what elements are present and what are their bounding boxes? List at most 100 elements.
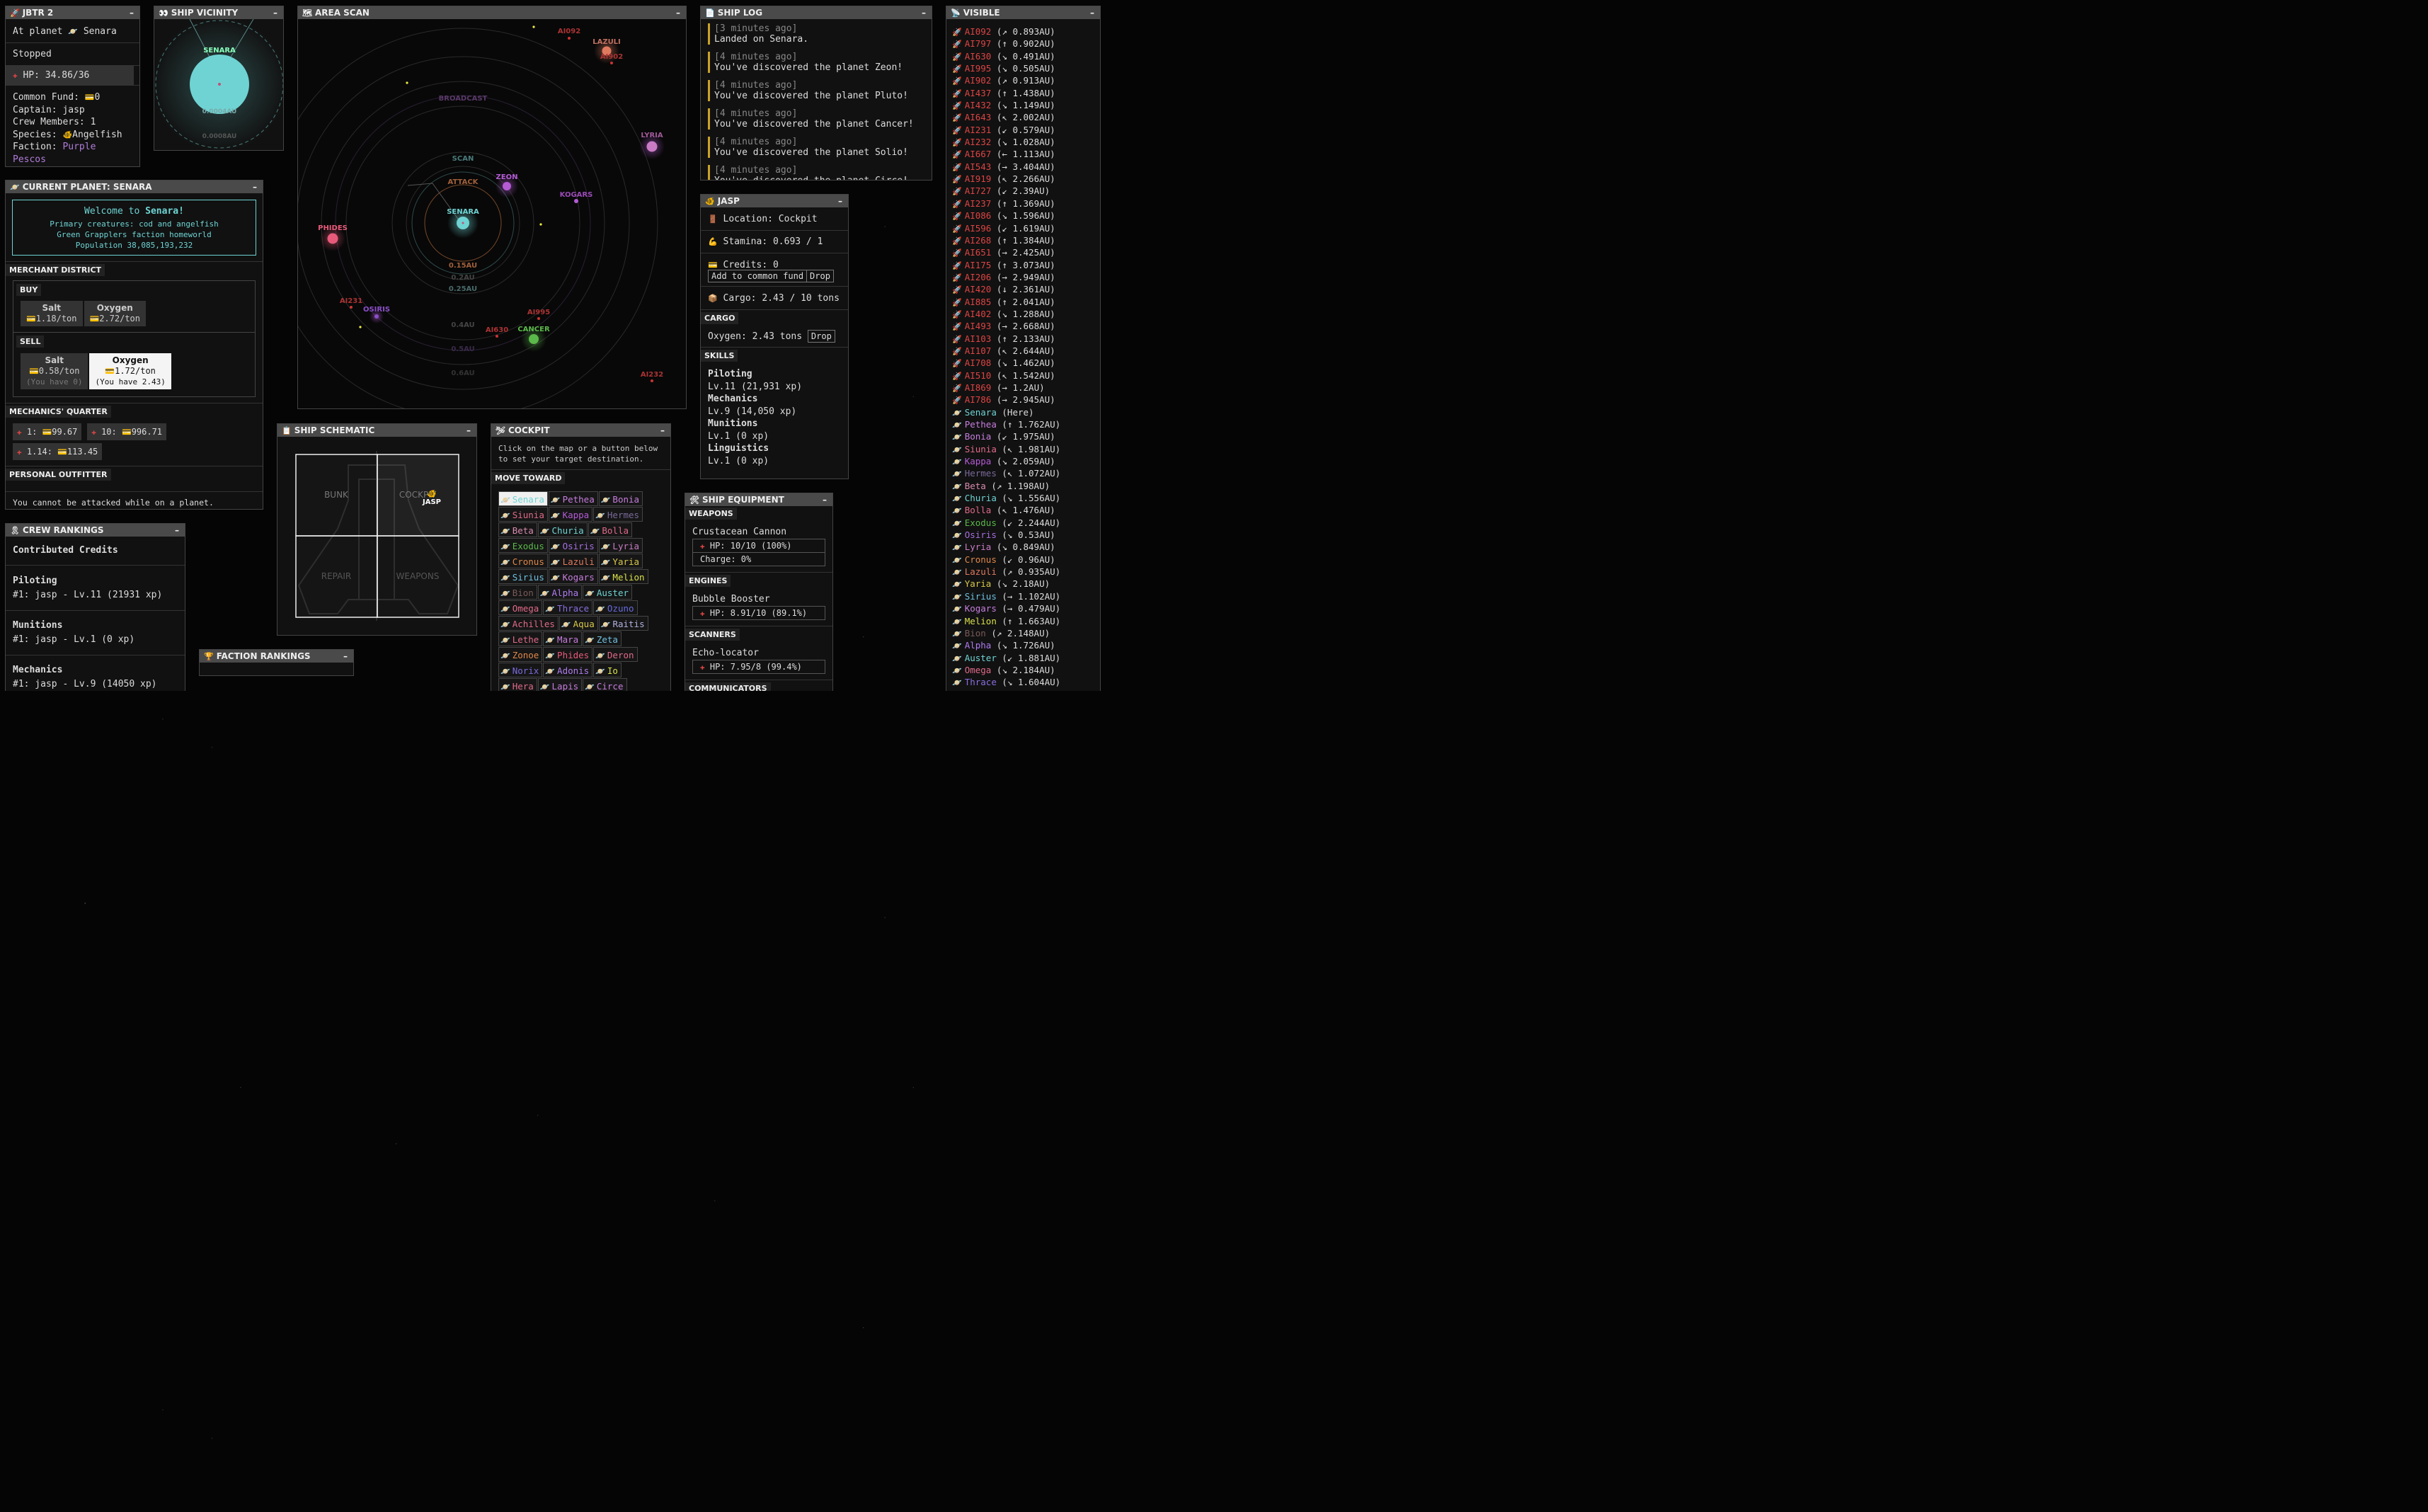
- move-toward-alpha-button[interactable]: 🪐 Alpha: [537, 585, 583, 600]
- move-toward-yaria-button[interactable]: 🪐 Yaria: [598, 554, 643, 568]
- visible-ship-row[interactable]: 🚀 AI107 (↖ 2.644AU): [946, 345, 1100, 357]
- minimize-button[interactable]: –: [342, 651, 349, 661]
- visible-ship-row[interactable]: 🚀 AI092 (↗ 0.893AU): [946, 25, 1100, 38]
- visible-ship-row[interactable]: 🚀 AI797 (↑ 0.902AU): [946, 38, 1100, 50]
- move-toward-siunia-button[interactable]: 🪐 Siunia: [498, 507, 548, 522]
- move-toward-thrace-button[interactable]: 🪐 Thrace: [543, 600, 593, 615]
- move-toward-kappa-button[interactable]: 🪐 Kappa: [548, 507, 593, 522]
- minimize-button[interactable]: –: [837, 196, 844, 206]
- visible-ship-row[interactable]: 🚀 AI902 (↗ 0.913AU): [946, 74, 1100, 86]
- move-toward-beta-button[interactable]: 🪐 Beta: [498, 522, 537, 537]
- visible-ship-row[interactable]: 🚀 AI237 (↑ 1.369AU): [946, 197, 1100, 210]
- planet-senara[interactable]: SENARA: [447, 207, 479, 239]
- visible-ship-row[interactable]: 🚀 AI232 (↘ 1.028AU): [946, 136, 1100, 148]
- visible-planet-row[interactable]: 🪐 Melion (↑ 1.663AU): [946, 615, 1100, 627]
- ship-window-titlebar[interactable]: 🚀 JBTR 2 –: [6, 6, 139, 19]
- ship-ai092[interactable]: AI092: [558, 28, 580, 40]
- visible-ship-row[interactable]: 🚀 AI630 (↘ 0.491AU): [946, 50, 1100, 62]
- visible-ship-row[interactable]: 🚀 AI206 (→ 2.949AU): [946, 271, 1100, 283]
- add-to-common-fund-button[interactable]: Add to common fund: [708, 270, 808, 282]
- repair-1-button[interactable]: ✚ 1: 💳99.67: [13, 423, 82, 440]
- move-toward-omega-button[interactable]: 🪐 Omega: [498, 600, 543, 615]
- move-toward-io-button[interactable]: 🪐 Io: [593, 663, 622, 677]
- vicinity-titlebar[interactable]: 👀 SHIP VICINITY –: [154, 6, 283, 19]
- visible-ship-row[interactable]: 🚀 AI420 (↓ 2.361AU): [946, 283, 1100, 295]
- visible-planet-row[interactable]: 🪐 Bolla (↖ 1.476AU): [946, 504, 1100, 516]
- move-toward-zeta-button[interactable]: 🪐 Zeta: [583, 631, 622, 646]
- room-cockpit[interactable]: COCKPIT: [377, 454, 459, 537]
- visible-titlebar[interactable]: 📡 VISIBLE –: [946, 6, 1100, 19]
- buy-oxygen-button[interactable]: Oxygen 💳2.72/ton: [84, 301, 146, 326]
- move-toward-bonia-button[interactable]: 🪐 Bonia: [598, 491, 643, 506]
- visible-ship-row[interactable]: 🚀 AI493 (→ 2.668AU): [946, 320, 1100, 332]
- move-toward-phides-button[interactable]: 🪐 Phides: [543, 647, 593, 662]
- move-toward-churia-button[interactable]: 🪐 Churia: [537, 522, 588, 537]
- visible-ship-row[interactable]: 🚀 AI651 (→ 2.425AU): [946, 246, 1100, 258]
- move-toward-aqua-button[interactable]: 🪐 Aqua: [559, 616, 598, 631]
- repair-10-button[interactable]: ✚ 10: 💳996.71: [87, 423, 167, 440]
- repair-max-button[interactable]: ✚ 1.14: 💳113.45: [13, 443, 103, 460]
- visible-ship-row[interactable]: 🚀 AI708 (↘ 1.462AU): [946, 357, 1100, 369]
- planet-lyria[interactable]: LYRIA: [639, 132, 665, 159]
- ship-ai232[interactable]: AI232: [641, 371, 663, 382]
- move-toward-bion-button[interactable]: 🪐 Bion: [498, 585, 537, 600]
- move-toward-lapis-button[interactable]: 🪐 Lapis: [537, 678, 583, 691]
- move-toward-pethea-button[interactable]: 🪐 Pethea: [548, 491, 598, 506]
- visible-ship-row[interactable]: 🚀 AI086 (↘ 1.596AU): [946, 210, 1100, 222]
- visible-planet-row[interactable]: 🪐 Kappa (↘ 2.059AU): [946, 455, 1100, 467]
- visible-planet-row[interactable]: 🪐 Bonia (↙ 1.975AU): [946, 430, 1100, 442]
- room-weapons[interactable]: WEAPONS: [377, 535, 459, 618]
- visible-planet-row[interactable]: 🪐 Hermes (↖ 1.072AU): [946, 467, 1100, 479]
- minimize-button[interactable]: –: [173, 525, 181, 535]
- move-toward-achilles-button[interactable]: 🪐 Achilles: [498, 616, 559, 631]
- minimize-button[interactable]: –: [1089, 8, 1096, 18]
- visible-planet-row[interactable]: 🪐 Yaria (↘ 2.18AU): [946, 578, 1100, 590]
- buy-salt-button[interactable]: Salt 💳1.18/ton: [21, 301, 83, 326]
- visible-ship-row[interactable]: 🚀 AI919 (↖ 2.266AU): [946, 173, 1100, 185]
- ship-ai231[interactable]: AI231: [340, 297, 362, 309]
- visible-planet-row[interactable]: 🪐 Auster (↙ 1.881AU): [946, 652, 1100, 664]
- move-toward-sirius-button[interactable]: 🪐 Sirius: [498, 569, 548, 584]
- ship-log-list[interactable]: [3 minutes ago] Landed on Senara. [4 minut…: [701, 23, 932, 180]
- planet-kogars[interactable]: KOGARS: [560, 191, 593, 203]
- minimize-button[interactable]: –: [128, 8, 135, 18]
- move-toward-circe-button[interactable]: 🪐 Circe: [583, 678, 627, 691]
- visible-planet-row[interactable]: 🪐 Alpha (↘ 1.726AU): [946, 639, 1100, 651]
- visible-planet-row[interactable]: 🪐 Cronus (↙ 0.96AU): [946, 554, 1100, 566]
- visible-ship-row[interactable]: 🚀 AI667 (← 1.113AU): [946, 148, 1100, 160]
- area-scan-map[interactable]: BROADCAST SCAN ATTACK 0.15AU 0.2AU 0.25A…: [298, 19, 687, 409]
- visible-planet-row[interactable]: 🪐 Omega (↘ 2.184AU): [946, 664, 1100, 676]
- visible-ship-row[interactable]: 🚀 AI869 (→ 1.2AU): [946, 382, 1100, 394]
- minimize-button[interactable]: –: [821, 495, 828, 505]
- planet-cancer[interactable]: CANCER: [517, 326, 550, 352]
- visible-ship-row[interactable]: 🚀 AI268 (↑ 1.384AU): [946, 234, 1100, 246]
- move-toward-auster-button[interactable]: 🪐 Auster: [583, 585, 633, 600]
- minimize-button[interactable]: –: [920, 8, 927, 18]
- room-repair[interactable]: REPAIR: [295, 535, 378, 618]
- ship-log-titlebar[interactable]: 📄 SHIP LOG –: [701, 6, 932, 19]
- move-toward-lazuli-button[interactable]: 🪐 Lazuli: [548, 554, 598, 568]
- minimize-button[interactable]: –: [465, 425, 472, 435]
- visible-ship-row[interactable]: 🚀 AI786 (→ 2.945AU): [946, 394, 1100, 406]
- minimize-button[interactable]: –: [659, 425, 666, 435]
- sell-oxygen-button[interactable]: Oxygen 💳1.72/ton (You have 2.43): [89, 353, 171, 389]
- move-toward-lyria-button[interactable]: 🪐 Lyria: [598, 538, 643, 553]
- sell-salt-button[interactable]: Salt 💳0.58/ton (You have 0): [21, 353, 88, 389]
- visible-ship-row[interactable]: 🚀 AI643 (↖ 2.002AU): [946, 111, 1100, 123]
- ship-ai630[interactable]: AI630: [486, 326, 508, 338]
- move-toward-kogars-button[interactable]: 🪐 Kogars: [548, 569, 598, 584]
- visible-ship-row[interactable]: 🚀 AI437 (↑ 1.438AU): [946, 87, 1100, 99]
- visible-ship-row[interactable]: 🚀 AI885 (↑ 2.041AU): [946, 296, 1100, 308]
- crew-rankings-titlebar[interactable]: 🎗 CREW RANKINGS –: [6, 524, 185, 537]
- area-scan-titlebar[interactable]: 🗺 AREA SCAN –: [298, 6, 686, 19]
- equipment-titlebar[interactable]: 🛠 SHIP EQUIPMENT –: [685, 493, 832, 506]
- visible-planet-row[interactable]: 🪐 Kogars (→ 0.479AU): [946, 602, 1100, 614]
- visible-planet-row[interactable]: 🪐 Exodus (↙ 2.244AU): [946, 517, 1100, 529]
- room-bunk[interactable]: BUNK: [295, 454, 378, 537]
- move-toward-ozuno-button[interactable]: 🪐 Ozuno: [593, 600, 638, 615]
- minimize-button[interactable]: –: [251, 182, 258, 192]
- visible-ship-row[interactable]: 🚀 AI995 (↘ 0.505AU): [946, 62, 1100, 74]
- move-toward-raitis-button[interactable]: 🪐 Raitis: [598, 616, 648, 631]
- visible-ship-row[interactable]: 🚀 AI727 (↙ 2.39AU): [946, 185, 1100, 197]
- vicinity-map[interactable]: SENARA 0.0004AU 0.0008AU: [154, 19, 284, 151]
